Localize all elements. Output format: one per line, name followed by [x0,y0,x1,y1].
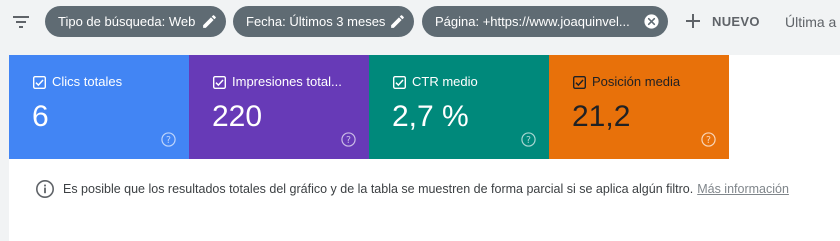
chip-label: Tipo de búsqueda: Web [58,14,196,29]
filter-bar: Tipo de búsqueda: Web Fecha: Últimos 3 m… [0,0,840,44]
info-icon [36,180,54,198]
metric-value: 220 [212,100,263,133]
chip-label: Página: +https://www.joaquinvel... [435,14,630,29]
filter-list-icon[interactable] [11,12,31,32]
edit-icon[interactable] [201,13,218,30]
close-circle-icon[interactable] [643,13,660,30]
svg-text:?: ? [706,135,711,146]
svg-text:?: ? [346,135,351,146]
performance-panel: Clics totales 6 ? Impresiones total... 2… [9,55,840,241]
metric-card-position[interactable]: Posición media 21,2 ? [549,55,729,159]
chip-label: Fecha: Últimos 3 meses [246,14,386,29]
metric-card-ctr[interactable]: CTR medio 2,7 % ? [369,55,549,159]
plus-icon [686,14,700,28]
filter-chip-search-type[interactable]: Tipo de búsqueda: Web [45,6,226,37]
metric-label: CTR medio [412,74,478,89]
metric-label: Impresiones total... [232,74,342,89]
metric-label: Posición media [592,74,681,89]
metric-value: 2,7 % [392,100,469,133]
filter-chip-date[interactable]: Fecha: Últimos 3 meses [233,6,414,37]
svg-text:?: ? [166,135,171,146]
metric-value: 21,2 [572,100,631,133]
help-icon[interactable]: ? [341,132,356,147]
new-filter-label: NUEVO [712,14,760,29]
metric-label: Clics totales [52,74,123,89]
help-icon[interactable]: ? [701,132,716,147]
filter-chip-page[interactable]: Página: +https://www.joaquinvel... [422,6,668,37]
metric-card-impressions[interactable]: Impresiones total... 220 ? [189,55,369,159]
last-update-text: Última a [785,14,837,30]
checkbox-checked-icon[interactable] [213,76,226,89]
metric-card-clicks[interactable]: Clics totales 6 ? [9,55,189,159]
svg-text:?: ? [526,135,531,146]
checkbox-checked-icon[interactable] [33,76,46,89]
checkbox-checked-icon[interactable] [393,76,406,89]
help-icon[interactable]: ? [521,132,536,147]
help-icon[interactable]: ? [161,132,176,147]
more-info-link[interactable]: Más información [697,182,789,196]
new-filter-button[interactable]: NUEVO [684,7,760,37]
info-text: Es posible que los resultados totales de… [63,182,694,196]
edit-icon[interactable] [389,13,406,30]
checkbox-checked-icon[interactable] [573,76,586,89]
metric-value: 6 [32,100,49,133]
filter-info-notice: Es posible que los resultados totales de… [35,179,789,199]
